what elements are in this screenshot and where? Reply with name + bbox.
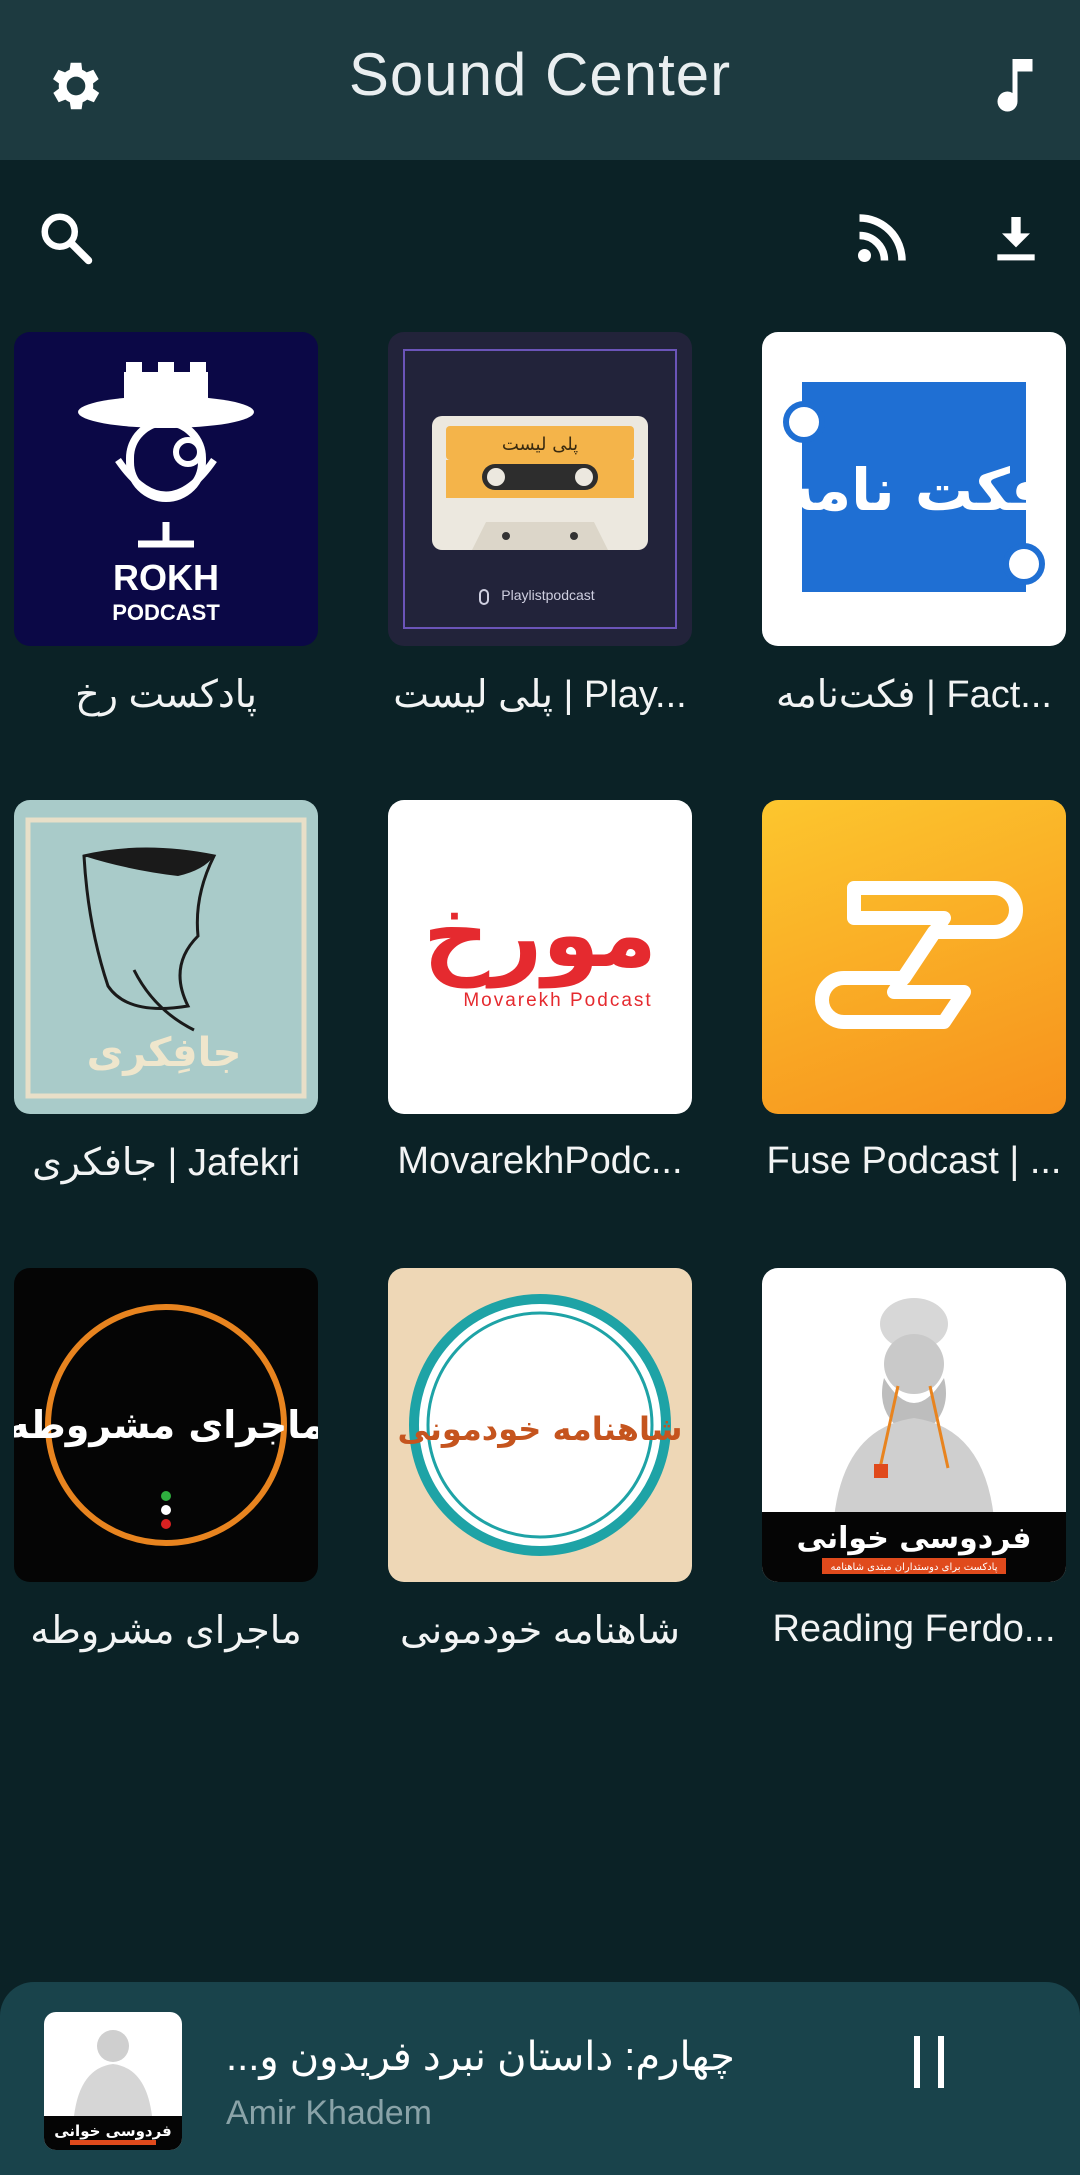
podcast-cover[interactable]: ماجرای مشروطه bbox=[14, 1268, 318, 1582]
cassette-art: پلی لیست Playlistpodcast bbox=[403, 349, 677, 629]
jafekri-art: جافِکری bbox=[25, 817, 307, 1099]
podcast-title: Reading Ferdo... bbox=[772, 1608, 1056, 1650]
movarekh-caption: Movarekh Podcast bbox=[463, 990, 652, 1011]
podcast-title: فکت‌نامه | Fact... bbox=[776, 674, 1052, 716]
mini-player[interactable]: فردوسی خوانی ...چهارم: داستان نبرد فریدو… bbox=[0, 1982, 1080, 2175]
cassette-label: پلی لیست bbox=[502, 434, 578, 455]
podcast-cover[interactable]: مورخ Movarekh Podcast bbox=[388, 800, 692, 1114]
thumb-text: فردوسی خوانی bbox=[54, 2122, 172, 2140]
podcast-title: شاهنامه خودمونی bbox=[399, 1610, 681, 1652]
movarekh-logo: مورخ Movarekh Podcast bbox=[423, 881, 657, 1011]
app-title: Sound Center bbox=[348, 41, 732, 108]
cassette-caption: Playlistpodcast bbox=[501, 587, 594, 603]
music-note-icon[interactable] bbox=[990, 54, 1040, 114]
podcast-card-factnameh[interactable]: فکت نامه فکت‌نامه | Fact... bbox=[762, 332, 1066, 716]
podcast-title: MovarekhPodc... bbox=[397, 1140, 683, 1182]
podcast-card-mashrouteh[interactable]: ماجرای مشروطه ماجرای مشروطه bbox=[14, 1268, 318, 1652]
mashrouteh-logo-text: ماجرای مشروطه bbox=[14, 1403, 318, 1448]
now-playing-thumbnail[interactable]: فردوسی خوانی bbox=[44, 2012, 182, 2150]
ferdowsi-art: فردوسی خوانی پادکست برای دوستداران مبتدی… bbox=[762, 1298, 1066, 1582]
podcast-cover[interactable]: شاهنامه خودمونی bbox=[388, 1268, 692, 1582]
podcast-card-playlist[interactable]: پلی لیست Playlistpodcast پلی لیست | Play… bbox=[388, 332, 692, 716]
factnameh-logo-text: فکت نامه bbox=[780, 456, 1048, 524]
fuse-logo bbox=[815, 881, 1023, 1029]
podcast-cover[interactable]: پلی لیست Playlistpodcast bbox=[388, 332, 692, 646]
ferdowsi-caption: پادکست برای دوستداران مبتدی شاهنامه bbox=[830, 1562, 997, 1573]
rokh-logo: ROKH PODCAST bbox=[78, 362, 254, 625]
mashrouteh-logo: ماجرای مشروطه bbox=[14, 1304, 318, 1546]
podcast-card-movarekh[interactable]: مورخ Movarekh Podcast MovarekhPodc... bbox=[388, 800, 692, 1182]
now-playing-artist: Amir Khadem bbox=[226, 2094, 432, 2132]
podcast-cover[interactable]: فکت نامه bbox=[762, 332, 1066, 646]
podcast-card-reading-ferdowsi[interactable]: فردوسی خوانی پادکست برای دوستداران مبتدی… bbox=[762, 1268, 1066, 1650]
podcast-cover[interactable] bbox=[762, 800, 1066, 1114]
shahnameh-logo: شاهنامه خودمونی bbox=[398, 1294, 683, 1556]
podcast-title: Fuse Podcast | ... bbox=[766, 1140, 1062, 1182]
podcast-title: ماجرای مشروطه bbox=[30, 1610, 302, 1652]
search-icon[interactable] bbox=[36, 208, 96, 268]
now-playing-title: ...چهارم: داستان نبرد فریدون و bbox=[226, 2035, 735, 2079]
app-bar: Sound Center bbox=[0, 0, 1080, 160]
podcast-cover[interactable]: جافِکری bbox=[14, 800, 318, 1114]
rss-icon[interactable] bbox=[852, 208, 912, 268]
podcast-title: پلی لیست | Play... bbox=[393, 674, 687, 716]
podcast-card-jafekri[interactable]: جافِکری جافکری | Jafekri bbox=[14, 800, 318, 1184]
shahnameh-logo-text: شاهنامه خودمونی bbox=[398, 1410, 683, 1448]
rokh-sub-text: PODCAST bbox=[112, 600, 220, 625]
podcast-card-rokh[interactable]: ROKH PODCAST پادکست رخ bbox=[14, 332, 318, 716]
factnameh-logo: فکت نامه bbox=[780, 382, 1048, 592]
jafekri-logo-text: جافِکری bbox=[87, 1030, 242, 1076]
podcast-card-shahnameh-khodemooni[interactable]: شاهنامه خودمونی شاهنامه خودمونی bbox=[388, 1268, 692, 1652]
podcast-cover[interactable]: ROKH PODCAST bbox=[14, 332, 318, 646]
movarekh-logo-text: مورخ bbox=[423, 881, 657, 989]
podcast-title: جافکری | Jafekri bbox=[32, 1142, 300, 1184]
download-icon[interactable] bbox=[988, 208, 1044, 268]
pause-icon[interactable] bbox=[910, 2034, 950, 2090]
podcast-cover[interactable]: فردوسی خوانی پادکست برای دوستداران مبتدی… bbox=[762, 1268, 1066, 1582]
ferdowsi-logo-text: فردوسی خوانی bbox=[797, 1521, 1032, 1556]
podcast-card-fuse[interactable]: Fuse Podcast | ... bbox=[762, 800, 1066, 1182]
rokh-logo-text: ROKH bbox=[113, 557, 219, 598]
podcast-title: پادکست رخ bbox=[75, 674, 257, 716]
